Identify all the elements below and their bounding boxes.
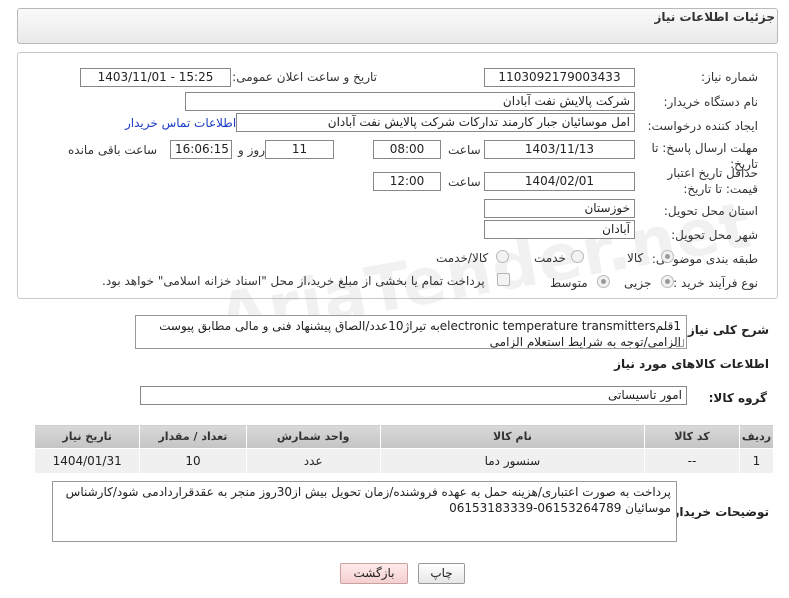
need-number-label: شماره نیاز: — [701, 70, 758, 84]
category-option-goods: کالا — [627, 251, 644, 265]
validity-time-label: ساعت — [448, 175, 481, 189]
back-button[interactable]: بازگشت — [340, 563, 408, 584]
goods-group-field[interactable]: امور تاسیساتی — [140, 386, 687, 405]
need-number-field[interactable]: 1103092179003433 — [484, 68, 635, 87]
cell-item-code: -- — [644, 448, 740, 474]
buyer-notes-textarea[interactable]: پرداخت به صورت اعتباری/هزینه حمل به عهده… — [52, 481, 677, 542]
category-option-service: خدمت — [534, 251, 566, 265]
table-header-row: ردیف کد کالا نام کالا واحد شمارش تعداد /… — [33, 424, 775, 449]
validity-date-field[interactable]: 1404/02/01 — [484, 172, 635, 191]
goods-info-heading: اطلاعات کالاهای مورد نیاز — [614, 357, 769, 371]
col-quantity: تعداد / مقدار — [139, 424, 247, 449]
days-remaining-field[interactable]: 11 — [265, 140, 334, 159]
requester-label: ایجاد کننده درخواست: — [647, 119, 758, 133]
reply-time-field[interactable]: 08:00 — [373, 140, 441, 159]
category-radio-goods-service[interactable] — [496, 250, 509, 263]
goods-table: ردیف کد کالا نام کالا واحد شمارش تعداد /… — [33, 424, 775, 474]
purchase-radio-minor[interactable] — [661, 275, 674, 288]
day-and-label: روز و — [238, 143, 265, 157]
summary-textarea[interactable]: 1قلمelectronic temperature transmittersب… — [135, 315, 687, 349]
reply-date-field[interactable]: 1403/11/13 — [484, 140, 635, 159]
purchase-type-label: نوع فرآیند خرید : — [673, 276, 758, 290]
buyer-notes-label: توضیحات خریدار: — [667, 505, 769, 519]
col-item-code: کد کالا — [644, 424, 740, 449]
province-field[interactable]: خوزستان — [484, 199, 635, 218]
validity-time-field[interactable]: 12:00 — [373, 172, 441, 191]
remaining-label: ساعت باقی مانده — [68, 143, 158, 157]
table-row[interactable]: 1 -- سنسور دما عدد 10 1404/01/31 — [33, 448, 775, 474]
category-radio-service[interactable] — [571, 250, 584, 263]
province-label: استان محل تحویل: — [663, 204, 758, 218]
summary-label: شرح کلی نیاز: — [683, 323, 769, 337]
col-need-date: تاریخ نیاز — [33, 424, 141, 449]
city-field[interactable]: آبادان — [484, 220, 635, 239]
treasury-payment-note: پرداخت تمام یا بخشی از مبلغ خرید،از محل … — [102, 274, 485, 288]
purchase-radio-medium[interactable] — [597, 275, 610, 288]
print-button[interactable]: چاپ — [418, 563, 465, 584]
goods-group-label: گروه کالا: — [708, 391, 767, 405]
price-validity-label: حداقل تاریخ اعتبار قیمت: تا تاریخ: — [667, 166, 758, 196]
city-label: شهر محل تحویل: — [671, 228, 758, 242]
requester-field[interactable]: امل موسائیان جبار کارمند تدارکات شرکت پا… — [236, 113, 635, 132]
buyer-org-field[interactable]: شرکت پالایش نفت آبادان — [185, 92, 635, 111]
treasury-payment-checkbox[interactable] — [497, 273, 510, 286]
buyer-contact-link[interactable]: اطلاعات تماس خریدار — [125, 116, 236, 130]
buyer-org-label: نام دستگاه خریدار: — [663, 95, 759, 109]
remaining-time-field[interactable]: 16:06:15 — [170, 140, 232, 159]
purchase-option-minor: جزیی — [624, 276, 652, 290]
page-title: جزئیات اطلاعات نیاز — [654, 10, 775, 24]
cell-quantity: 10 — [139, 448, 247, 474]
cell-unit: عدد — [245, 448, 381, 474]
cell-need-date: 1404/01/31 — [33, 448, 141, 474]
category-radio-goods[interactable] — [661, 250, 674, 263]
cell-item-name: سنسور دما — [379, 448, 646, 474]
cell-row-number: 1 — [738, 448, 775, 474]
announce-datetime-label: تاریخ و ساعت اعلان عمومی: — [232, 70, 377, 84]
col-row-number: ردیف — [738, 424, 775, 449]
purchase-option-medium: متوسط — [550, 276, 588, 290]
announce-datetime-field[interactable]: 1403/11/01 - 15:25 — [80, 68, 231, 87]
category-option-goods-service: کالا/خدمت — [436, 251, 489, 265]
col-item-name: نام کالا — [379, 424, 646, 449]
col-unit: واحد شمارش — [245, 424, 381, 449]
resize-handle-icon[interactable] — [676, 339, 684, 347]
reply-time-label: ساعت — [448, 143, 481, 157]
